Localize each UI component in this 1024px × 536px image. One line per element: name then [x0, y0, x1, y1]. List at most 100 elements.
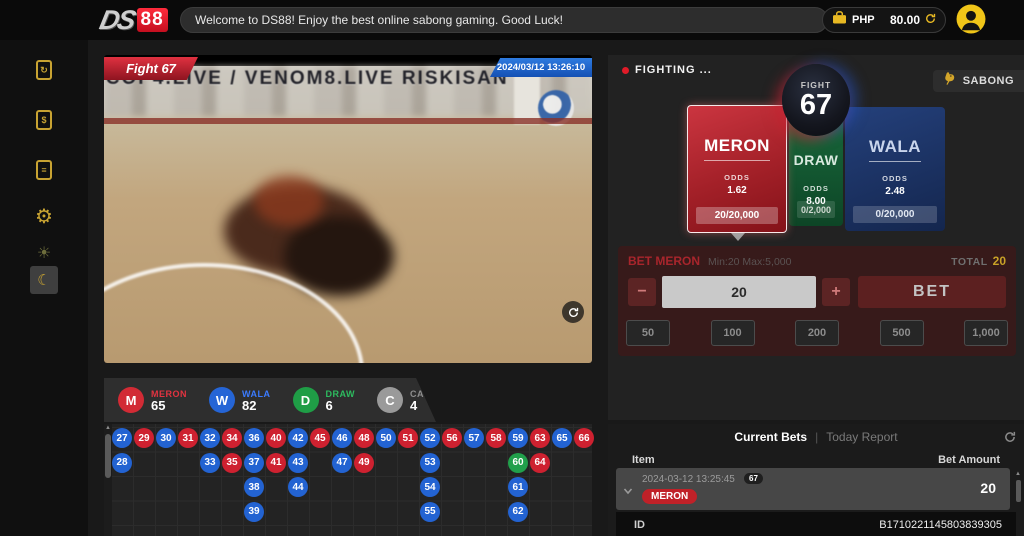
fight-number-circle: FIGHT 67 — [782, 64, 850, 136]
trend-cell-29: 29 — [134, 428, 154, 448]
trend-cell-44: 44 — [288, 477, 308, 497]
bet-history-row[interactable]: 2024-03-12 13:25:45 67 MERON 20 — [616, 468, 1010, 510]
trend-cell-54: 54 — [420, 477, 440, 497]
scrollbar-thumb[interactable] — [1016, 480, 1021, 502]
trend-cell-40: 40 — [266, 428, 286, 448]
bet-id-label: ID — [634, 519, 645, 531]
stream-timestamp-badge: 2024/03/12 13:26:10 — [490, 58, 592, 77]
balance-refresh-icon[interactable] — [925, 11, 936, 29]
wala-bet-card[interactable]: WALA ODDS 2.48 0/20,000 — [845, 107, 945, 231]
top-bar: DS 88 Welcome to DS88! Enjoy the best on… — [0, 0, 1024, 40]
scroll-up-icon[interactable]: ▲ — [105, 424, 111, 432]
gear-glyph: ⚙ — [35, 207, 53, 227]
ds88-logo[interactable]: DS 88 — [100, 5, 168, 35]
stat-draw: D DRAW 6 — [293, 387, 356, 413]
fight-history-icon[interactable]: ↻ — [30, 56, 58, 84]
light-mode-toggle[interactable]: ☀ — [30, 240, 58, 268]
cancel-bubble: C — [377, 387, 403, 413]
trend-cell-60: 60 — [508, 453, 528, 473]
trend-cell-47: 47 — [332, 453, 352, 473]
scrollbar-thumb[interactable] — [105, 434, 111, 478]
meron-count: 65 — [151, 399, 187, 412]
trend-scrollbar[interactable]: ▲ — [104, 424, 112, 536]
trend-cell-27: 27 — [112, 428, 132, 448]
arena-scene: UCOP4.LIVE / VENOM8.LIVE RISKISAN — [104, 66, 592, 363]
quick-chip-1000[interactable]: 1,000 — [964, 320, 1008, 346]
cancel-count: 4 — [410, 399, 451, 412]
trend-cell-63: 63 — [530, 428, 550, 448]
rooster-blob — [254, 176, 324, 226]
rooster-icon — [941, 71, 957, 92]
bet-input-panel: BET MERON Min:20 Max:5,000 TOTAL 20 − 20… — [618, 246, 1016, 356]
provider-badge-sabong[interactable]: SABONG — [933, 70, 1024, 92]
col-bet-amount: Bet Amount — [938, 454, 1000, 466]
trend-cell-62: 62 — [508, 502, 528, 522]
scroll-up-icon[interactable]: ▲ — [1015, 470, 1021, 478]
decrease-amount-button[interactable]: − — [628, 278, 656, 306]
wala-title: WALA — [869, 137, 921, 162]
currency-label: PHP — [852, 14, 885, 26]
doc-money-glyph: $ — [41, 115, 46, 125]
fight-number-badge: Fight 67 — [104, 57, 198, 80]
trend-cell-56: 56 — [442, 428, 462, 448]
announcement-marquee: Welcome to DS88! Enjoy the best online s… — [180, 7, 828, 33]
quick-chip-200[interactable]: 200 — [795, 320, 839, 346]
bets-refresh-icon[interactable] — [1004, 430, 1016, 448]
total-label: TOTAL — [951, 256, 988, 268]
wala-odds-label: ODDS — [882, 174, 908, 183]
bet-amount-input[interactable]: 20 — [662, 276, 816, 308]
current-bets-panel: Current Bets | Today Report Item Bet Amo… — [608, 424, 1024, 536]
quick-chips: 50 100 200 500 1,000 — [618, 320, 1016, 346]
trend-cell-46: 46 — [332, 428, 352, 448]
settings-gear-icon[interactable]: ⚙ — [30, 203, 58, 231]
logo-88-text: 88 — [137, 8, 168, 32]
quick-chip-500[interactable]: 500 — [880, 320, 924, 346]
meron-label: MERON — [151, 389, 187, 399]
rules-icon[interactable]: ≡ — [30, 156, 58, 184]
bets-scrollbar[interactable]: ▲ — [1014, 470, 1022, 510]
doc-history-glyph: ↻ — [40, 65, 48, 76]
balance-value: 80.00 — [890, 13, 920, 27]
wala-count: 82 — [242, 399, 271, 412]
trend-cell-37: 37 — [244, 453, 264, 473]
meron-bet-card[interactable]: MERON ODDS 1.62 20/20,000 — [687, 105, 787, 233]
trend-cell-31: 31 — [178, 428, 198, 448]
draw-count: 6 — [326, 399, 356, 412]
wallet-balance-pill[interactable]: PHP 80.00 — [822, 7, 946, 33]
bet-records-icon[interactable]: $ — [30, 106, 58, 134]
stat-cancel: C CANCEL 4 — [377, 387, 451, 413]
meron-title: MERON — [704, 136, 770, 161]
tab-separator: | — [815, 430, 818, 444]
sun-icon: ☀ — [37, 246, 51, 262]
status-dot-icon — [622, 67, 629, 74]
bet-header: BET MERON Min:20 Max:5,000 TOTAL 20 — [628, 254, 1006, 268]
live-stream-player[interactable]: UCOP4.LIVE / VENOM8.LIVE RISKISAN Fight … — [104, 55, 592, 363]
trend-cell-52: 52 — [420, 428, 440, 448]
dark-mode-toggle[interactable]: ☾ — [30, 266, 58, 294]
trend-cell-28: 28 — [112, 453, 132, 473]
tab-current-bets[interactable]: Current Bets — [734, 430, 807, 444]
rooster-blob — [284, 216, 394, 296]
tab-today-report[interactable]: Today Report — [826, 430, 897, 444]
place-bet-button[interactable]: BET — [858, 276, 1006, 308]
trend-cell-61: 61 — [508, 477, 528, 497]
selected-side-pointer — [731, 233, 745, 241]
trend-grid: 2728293031323334353637383940414243444546… — [104, 424, 592, 536]
user-avatar[interactable] — [956, 4, 986, 34]
video-refresh-button[interactable] — [562, 301, 584, 323]
trend-cell-32: 32 — [200, 428, 220, 448]
draw-title: DRAW — [794, 152, 839, 172]
wala-pool: 0/20,000 — [853, 206, 937, 223]
wala-bubble: W — [209, 387, 235, 413]
increase-amount-button[interactable]: + — [822, 278, 850, 306]
col-item: Item — [632, 454, 655, 466]
quick-chip-50[interactable]: 50 — [626, 320, 670, 346]
quick-chip-100[interactable]: 100 — [711, 320, 755, 346]
chevron-down-icon[interactable] — [623, 483, 633, 501]
trend-cell-33: 33 — [200, 453, 220, 473]
trend-cell-59: 59 — [508, 428, 528, 448]
trend-cell-66: 66 — [574, 428, 594, 448]
trend-cell-57: 57 — [464, 428, 484, 448]
meron-odds-value: 1.62 — [727, 185, 746, 196]
trend-cell-45: 45 — [310, 428, 330, 448]
